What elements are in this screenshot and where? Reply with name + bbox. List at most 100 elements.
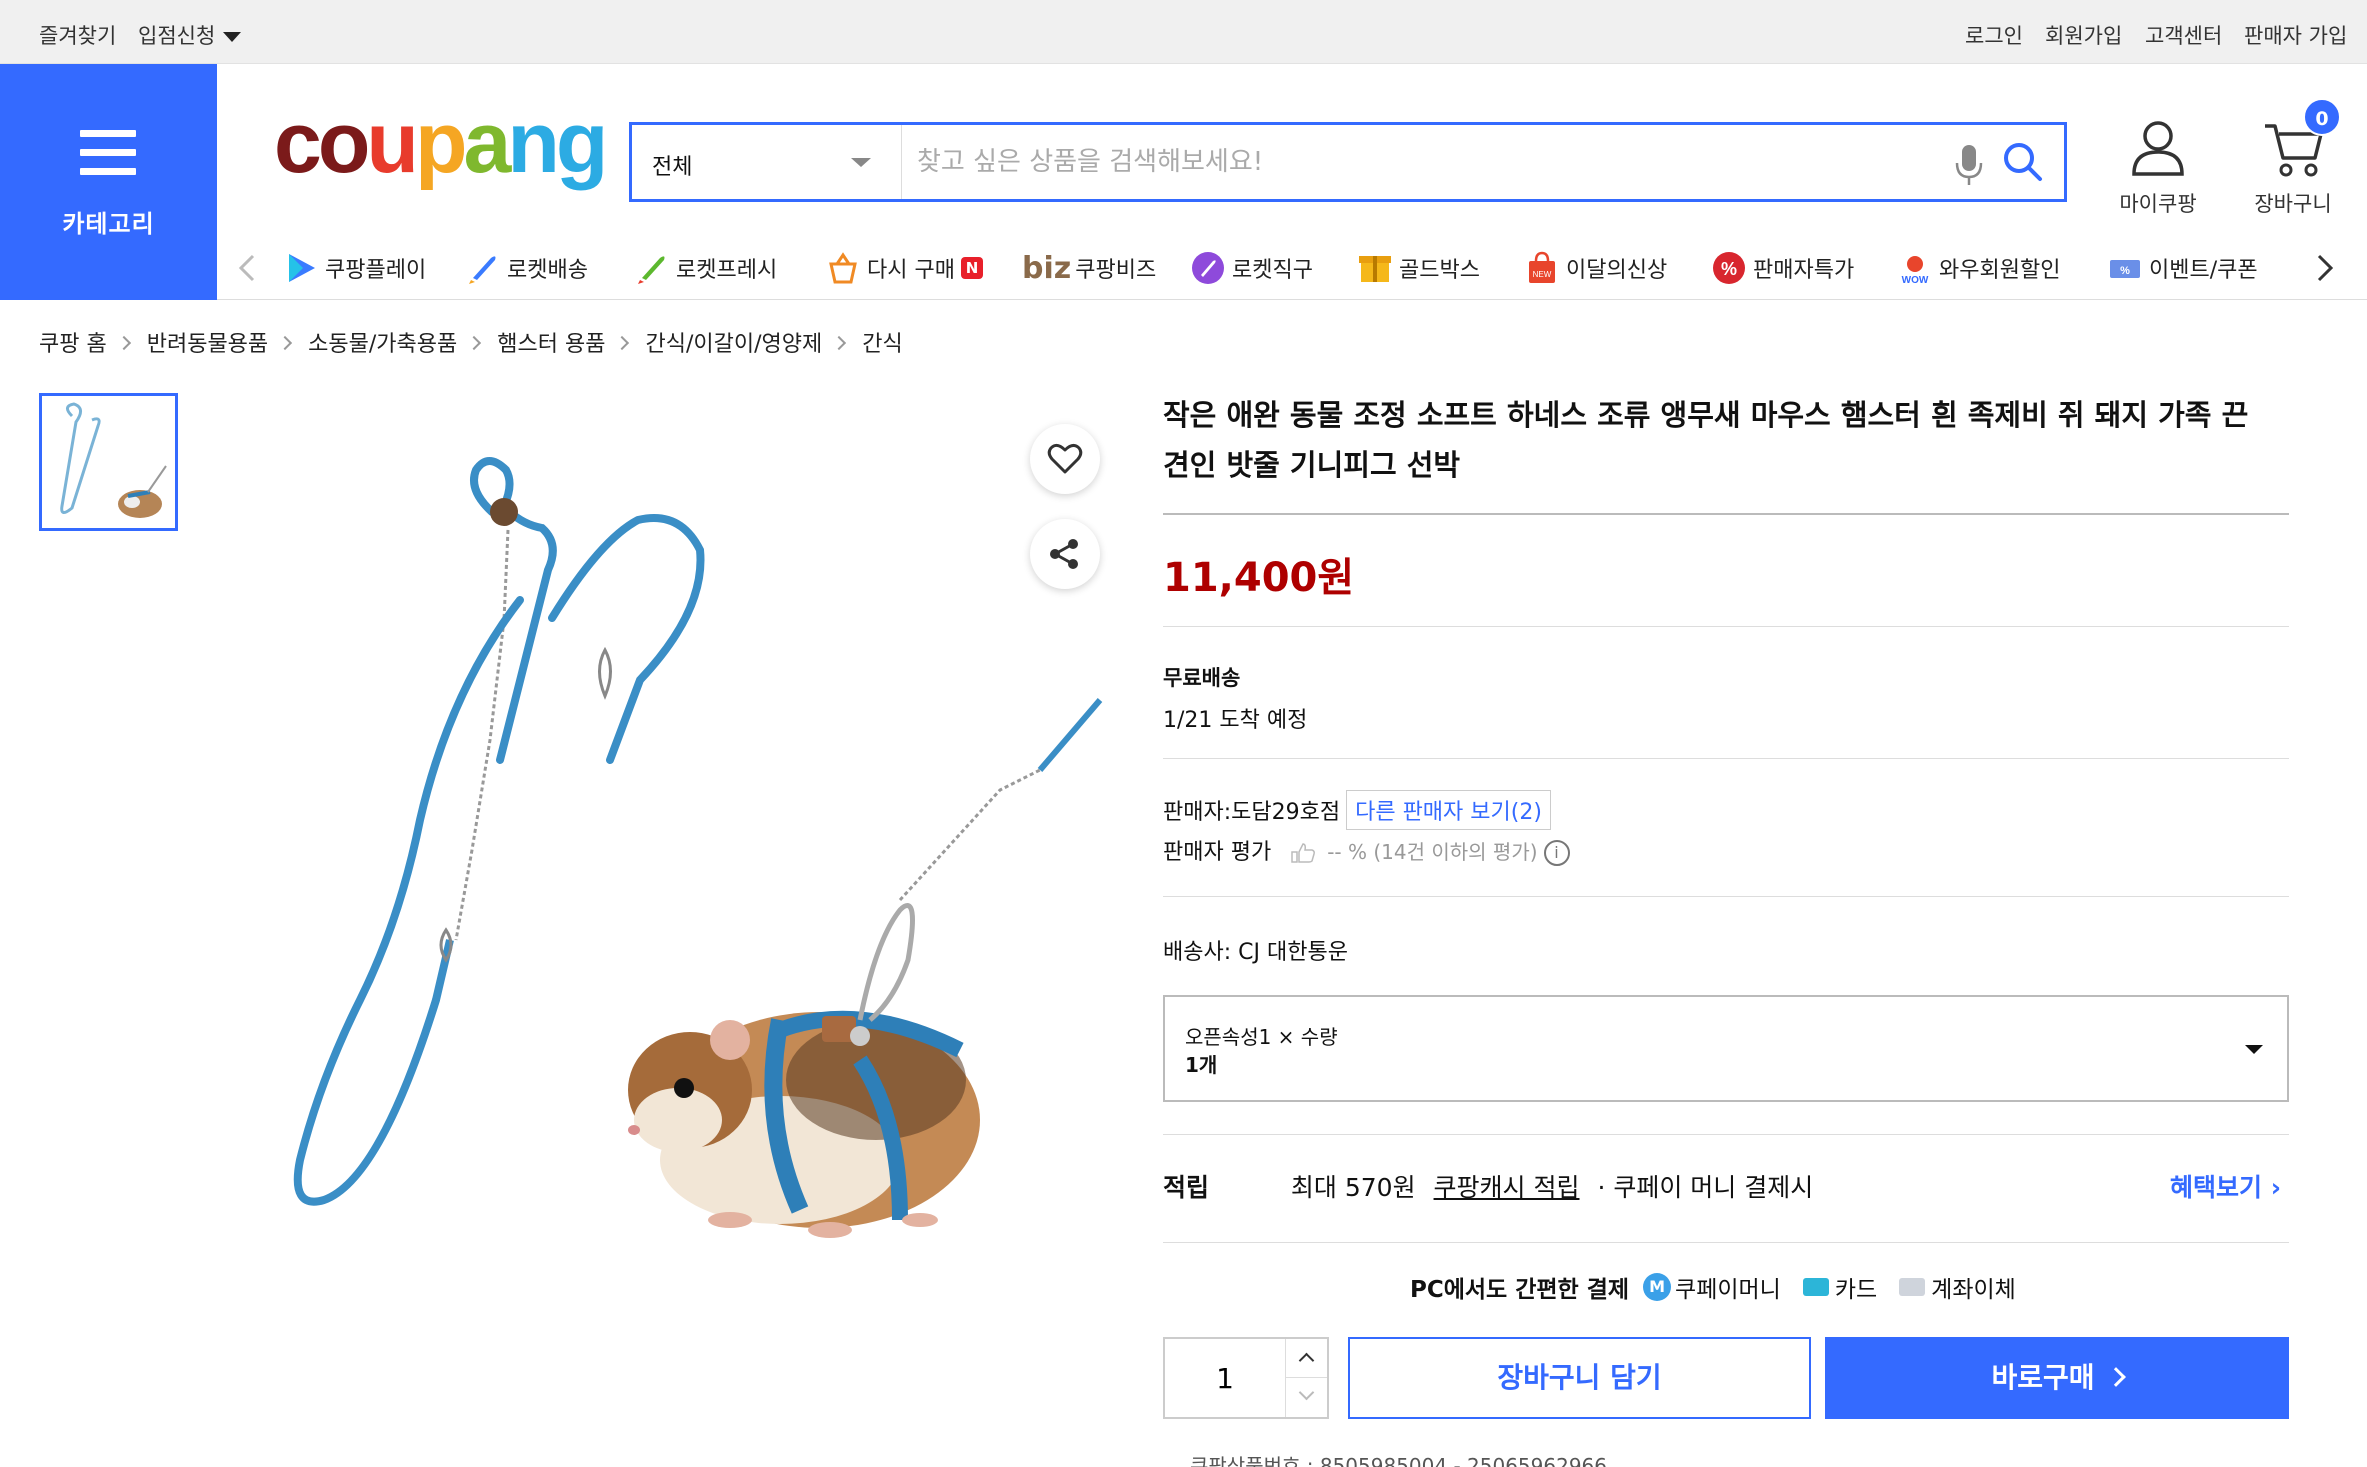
reward-row: 적립 최대 570원 쿠팡캐시 적립 · 쿠페이 머니 결제시 혜택보기 › <box>1163 1168 2289 1204</box>
breadcrumb-chevron-icon <box>116 335 131 351</box>
nav-item-rebuy[interactable]: 다시 구매 N <box>825 246 983 290</box>
breadcrumb: 쿠팡 홈 반려동물용품 소동물/가축용품 햄스터 용품 간식/이갈이/영양제 간식 <box>39 326 903 357</box>
divider <box>1163 1134 2289 1135</box>
quantity-decrease-button[interactable] <box>1285 1378 1327 1417</box>
divider <box>1163 513 2289 515</box>
seller-rating: 판매자 평가 -- % (14건 이하의 평가) i <box>1163 834 1570 866</box>
microphone-icon[interactable] <box>1952 143 1986 187</box>
nav-item-rocket-fresh[interactable]: 로켓프레시 <box>634 246 777 290</box>
category-label: 카테고리 <box>62 210 155 238</box>
coupang-logo[interactable]: coupang <box>274 100 608 186</box>
product-title: 작은 애완 동물 조정 소프트 하네스 조류 앵무새 마우스 햄스터 흰 족제비… <box>1163 398 2249 482</box>
svg-text:WOW: WOW <box>1902 275 1929 286</box>
coupang-cash-link[interactable]: 쿠팡캐시 적립 <box>1434 1173 1580 1202</box>
customer-center-link[interactable]: 고객센터 <box>2145 20 2222 50</box>
breadcrumb-item[interactable]: 반려동물용품 <box>147 332 268 357</box>
hamburger-icon <box>80 130 136 187</box>
breadcrumb-chevron-icon <box>615 335 630 351</box>
wishlist-button[interactable] <box>1030 424 1100 494</box>
svg-text:%: % <box>2120 265 2130 277</box>
mycoupang-button[interactable]: 마이쿠팡 <box>2108 118 2208 218</box>
nav-item-label: 다시 구매 <box>867 258 955 283</box>
heart-icon <box>1047 443 1083 474</box>
vendor-apply-link[interactable]: 입점신청 <box>138 20 242 50</box>
reward-amount: 최대 570원 <box>1290 1173 1416 1202</box>
vendor-apply-label: 입점신청 <box>138 24 216 48</box>
payment-methods: PC에서도 간편한 결제 M 쿠페이머니 카드 계좌이체 <box>1410 1270 2016 1304</box>
nav-prev-arrow-icon[interactable] <box>233 250 263 286</box>
breadcrumb-chevron-icon <box>467 335 482 351</box>
quantity-stepper <box>1163 1337 1329 1419</box>
seller-name: 판매자:도담29호점 <box>1163 800 1341 825</box>
nav-item-rocket-global[interactable]: 로켓직구 <box>1190 246 1313 290</box>
nav-item-seller-deals[interactable]: % 판매자특가 <box>1711 246 1854 290</box>
breadcrumb-item[interactable]: 쿠팡 홈 <box>39 332 107 357</box>
nav-item-coupang-play[interactable]: 쿠팡플레이 <box>283 246 426 290</box>
rebuy-basket-icon <box>829 252 857 284</box>
rocket-icon <box>469 256 496 284</box>
nav-item-new-arrivals[interactable]: NEW 이달의신상 <box>1524 246 1667 290</box>
reward-title: 적립 <box>1163 1173 1210 1202</box>
search-category-select[interactable]: 전체 <box>632 125 902 199</box>
nav-item-events-coupons[interactable]: % 이벤트/쿠폰 <box>2107 246 2258 290</box>
search-category-value: 전체 <box>652 155 693 180</box>
info-icon[interactable]: i <box>1543 840 1570 866</box>
product-main-image <box>293 457 1103 1238</box>
category-menu-button[interactable]: 카테고리 <box>0 64 217 300</box>
breadcrumb-item[interactable]: 간식/이갈이/영양제 <box>645 332 822 357</box>
search-input[interactable] <box>917 139 1917 185</box>
breadcrumb-item[interactable]: 간식 <box>862 332 902 357</box>
nav-item-label: 이달의신상 <box>1566 258 1668 283</box>
search-icon[interactable] <box>2000 139 2046 185</box>
buy-now-button[interactable]: 바로구매 <box>1825 1337 2289 1419</box>
category-nav-strip: 쿠팡플레이 로켓배송 로켓프레시 다시 구매 N biz 쿠팡비즈 로켓직구 골… <box>217 236 2367 300</box>
pay-method: 카드 <box>1834 1277 1878 1303</box>
coupay-money-icon: M <box>1643 1273 1672 1301</box>
goldbox-icon <box>1359 256 1391 282</box>
percent-badge-icon: % <box>1713 252 1745 284</box>
chevron-down-icon <box>2245 1045 2263 1054</box>
quantity-increase-button[interactable] <box>1285 1339 1327 1378</box>
product-thumbnail[interactable] <box>39 393 178 531</box>
share-icon <box>1050 539 1078 569</box>
chevron-down-icon <box>1298 1384 1315 1401</box>
option-select[interactable]: 오픈속성1 × 수량 1개 <box>1163 995 2289 1102</box>
divider <box>1163 626 2289 627</box>
bookmark-link[interactable]: 즐겨찾기 <box>39 20 116 50</box>
wow-icon: WOW <box>1902 256 1929 286</box>
product-number: 쿠팡상품번호 : 8505985004 - 25065962966 <box>1190 1454 1608 1467</box>
cart-label: 장바구니 <box>2254 192 2332 216</box>
breadcrumb-item[interactable]: 소동물/가축용품 <box>308 332 457 357</box>
nav-item-label: 쿠팡플레이 <box>325 258 427 283</box>
carrier-info: 배송사: CJ 대한통운 <box>1163 940 1348 965</box>
nav-item-biz[interactable]: biz 쿠팡비즈 <box>1022 246 1156 290</box>
nav-item-wow-discount[interactable]: WOW 와우회원할인 <box>1897 246 2060 290</box>
add-to-cart-button[interactable]: 장바구니 담기 <box>1348 1337 1811 1419</box>
utility-bar: 즐겨찾기 입점신청 로그인 회원가입 고객센터 판매자 가입 <box>0 0 2367 64</box>
mycoupang-label: 마이쿠팡 <box>2119 192 2197 216</box>
nav-next-arrow-icon[interactable] <box>2309 250 2339 286</box>
coupang-play-icon <box>289 254 315 282</box>
pay-method: 계좌이체 <box>1931 1277 2016 1303</box>
arrival-date: 1/21 도착 예정 <box>1163 708 1308 733</box>
nav-item-label: 이벤트/쿠폰 <box>2149 258 2258 283</box>
option-label: 오픈속성1 × 수량 <box>1185 1025 1338 1049</box>
login-link[interactable]: 로그인 <box>1965 20 2023 50</box>
nav-item-rocket-delivery[interactable]: 로켓배송 <box>465 246 588 290</box>
breadcrumb-item[interactable]: 햄스터 용품 <box>497 332 605 357</box>
quantity-input[interactable] <box>1165 1339 1285 1417</box>
search-bar: 전체 <box>629 122 2067 202</box>
dropdown-arrow-icon <box>851 158 871 167</box>
benefit-link[interactable]: 혜택보기 › <box>2170 1168 2281 1204</box>
payment-title: PC에서도 간편한 결제 <box>1410 1277 1630 1303</box>
nav-item-goldbox[interactable]: 골드박스 <box>1357 246 1480 290</box>
other-sellers-button[interactable]: 다른 판매자 보기(2) <box>1346 790 1551 830</box>
rocket-global-icon <box>1192 252 1224 284</box>
signup-link[interactable]: 회원가입 <box>2045 20 2122 50</box>
arrow-right-icon <box>2105 1367 2126 1387</box>
share-button[interactable] <box>1030 519 1100 589</box>
seller-signup-link[interactable]: 판매자 가입 <box>2244 20 2347 50</box>
nav-item-label: 쿠팡비즈 <box>1075 258 1157 283</box>
shipping-title: 무료배송 <box>1163 666 1241 690</box>
nav-item-label: 골드박스 <box>1399 258 1480 283</box>
